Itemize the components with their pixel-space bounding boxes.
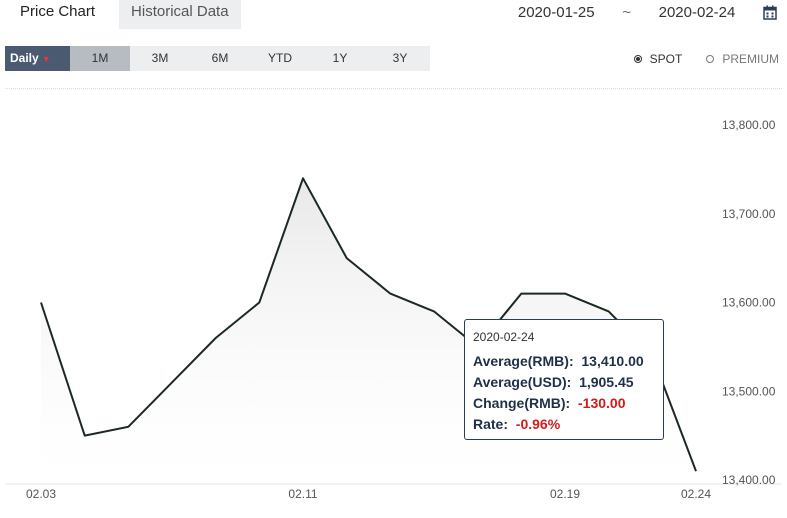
x-tick-label: 02.03 [26,487,56,501]
data-point[interactable] [515,288,527,300]
x-axis: 02.03 02.11 02.19 02.24 [5,483,782,501]
data-point[interactable] [122,421,134,433]
tooltip-average-rmb: Average(RMB): 13,410.00 [473,351,655,372]
tooltip-average-usd-value: 1,905.45 [579,374,634,390]
data-point[interactable] [559,288,571,300]
x-tick-label: 02.19 [550,487,580,501]
tooltip-rate-label: Rate: [473,416,509,432]
data-point[interactable] [35,297,47,309]
price-chart[interactable]: 02.03 02.11 02.19 02.24 13,800.0013,700.001… [0,0,787,518]
y-tick-label: 13,500.00 [722,384,776,398]
data-tooltip: 2020-02-24 Average(RMB): 13,410.00 Avera… [464,319,664,440]
data-point[interactable] [253,297,265,309]
tooltip-change: Change(RMB): -130.00 [473,393,655,414]
data-point[interactable] [384,288,396,300]
x-tick-label: 02.24 [681,487,711,501]
tooltip-change-label: Change(RMB): [473,395,571,411]
data-point[interactable] [603,305,615,317]
x-tick-label: 02.11 [288,487,317,501]
data-point[interactable] [297,172,309,184]
tooltip-average-rmb-label: Average(RMB): [473,353,574,369]
data-point[interactable] [166,376,178,388]
data-point[interactable] [210,332,222,344]
data-point[interactable] [428,305,440,317]
tooltip-average-rmb-value: 13,410.00 [581,353,644,369]
y-axis: 13,800.00 13,700.00 13,600.00 13,500.00 13,4… [722,118,776,487]
tooltip-average-usd: Average(USD): 1,905.45 [473,372,655,393]
y-tick-label: 13,800.00 [722,118,776,132]
tooltip-average-usd-label: Average(USD): [473,374,572,390]
data-point[interactable] [690,465,702,477]
data-point[interactable] [79,430,91,442]
tooltip-rate: Rate: -0.96% [473,414,655,435]
data-point[interactable] [341,252,353,264]
y-tick-label: 13,600.00 [722,296,776,310]
tooltip-rate-value: -0.96% [515,416,561,432]
tooltip-date: 2020-02-24 [473,330,535,344]
y-tick-label: 13,400.00 [722,473,776,487]
y-tick-label: 13,700.00 [722,207,776,221]
tooltip-change-value: -130.00 [578,395,626,411]
